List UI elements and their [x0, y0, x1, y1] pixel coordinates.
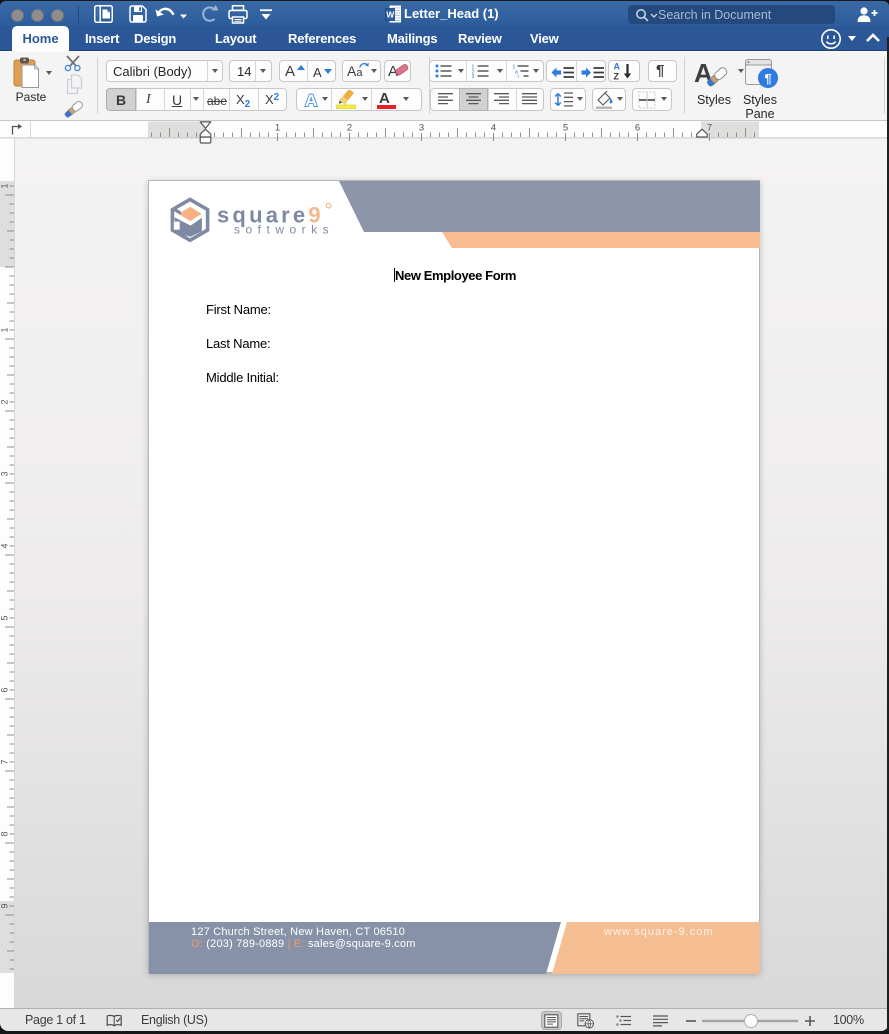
svg-text:5: 5: [0, 615, 10, 620]
svg-text:6: 6: [635, 123, 640, 134]
svg-text:4: 4: [491, 123, 496, 134]
svg-text:W: W: [386, 10, 395, 20]
svg-text:¶: ¶: [765, 71, 772, 86]
svg-text:4: 4: [0, 543, 10, 548]
svg-text:7: 7: [0, 759, 10, 764]
svg-text:8: 8: [0, 831, 10, 836]
svg-text:9: 9: [0, 903, 10, 908]
svg-text:A: A: [305, 91, 317, 110]
svg-text:5: 5: [563, 123, 568, 134]
svg-text:3: 3: [419, 123, 424, 134]
svg-text:1: 1: [275, 123, 280, 134]
svg-text:1: 1: [0, 183, 10, 188]
svg-text:1: 1: [0, 327, 10, 332]
svg-text:i: i: [518, 74, 519, 78]
svg-text:A: A: [614, 62, 621, 72]
svg-text:6: 6: [0, 687, 10, 692]
svg-text:2: 2: [347, 123, 352, 134]
svg-text:3: 3: [472, 74, 475, 78]
svg-text:7: 7: [707, 123, 712, 134]
svg-text:2: 2: [0, 399, 10, 404]
svg-text:Z: Z: [614, 72, 620, 82]
svg-text:softworks: softworks: [234, 223, 334, 237]
svg-text:3: 3: [0, 471, 10, 476]
